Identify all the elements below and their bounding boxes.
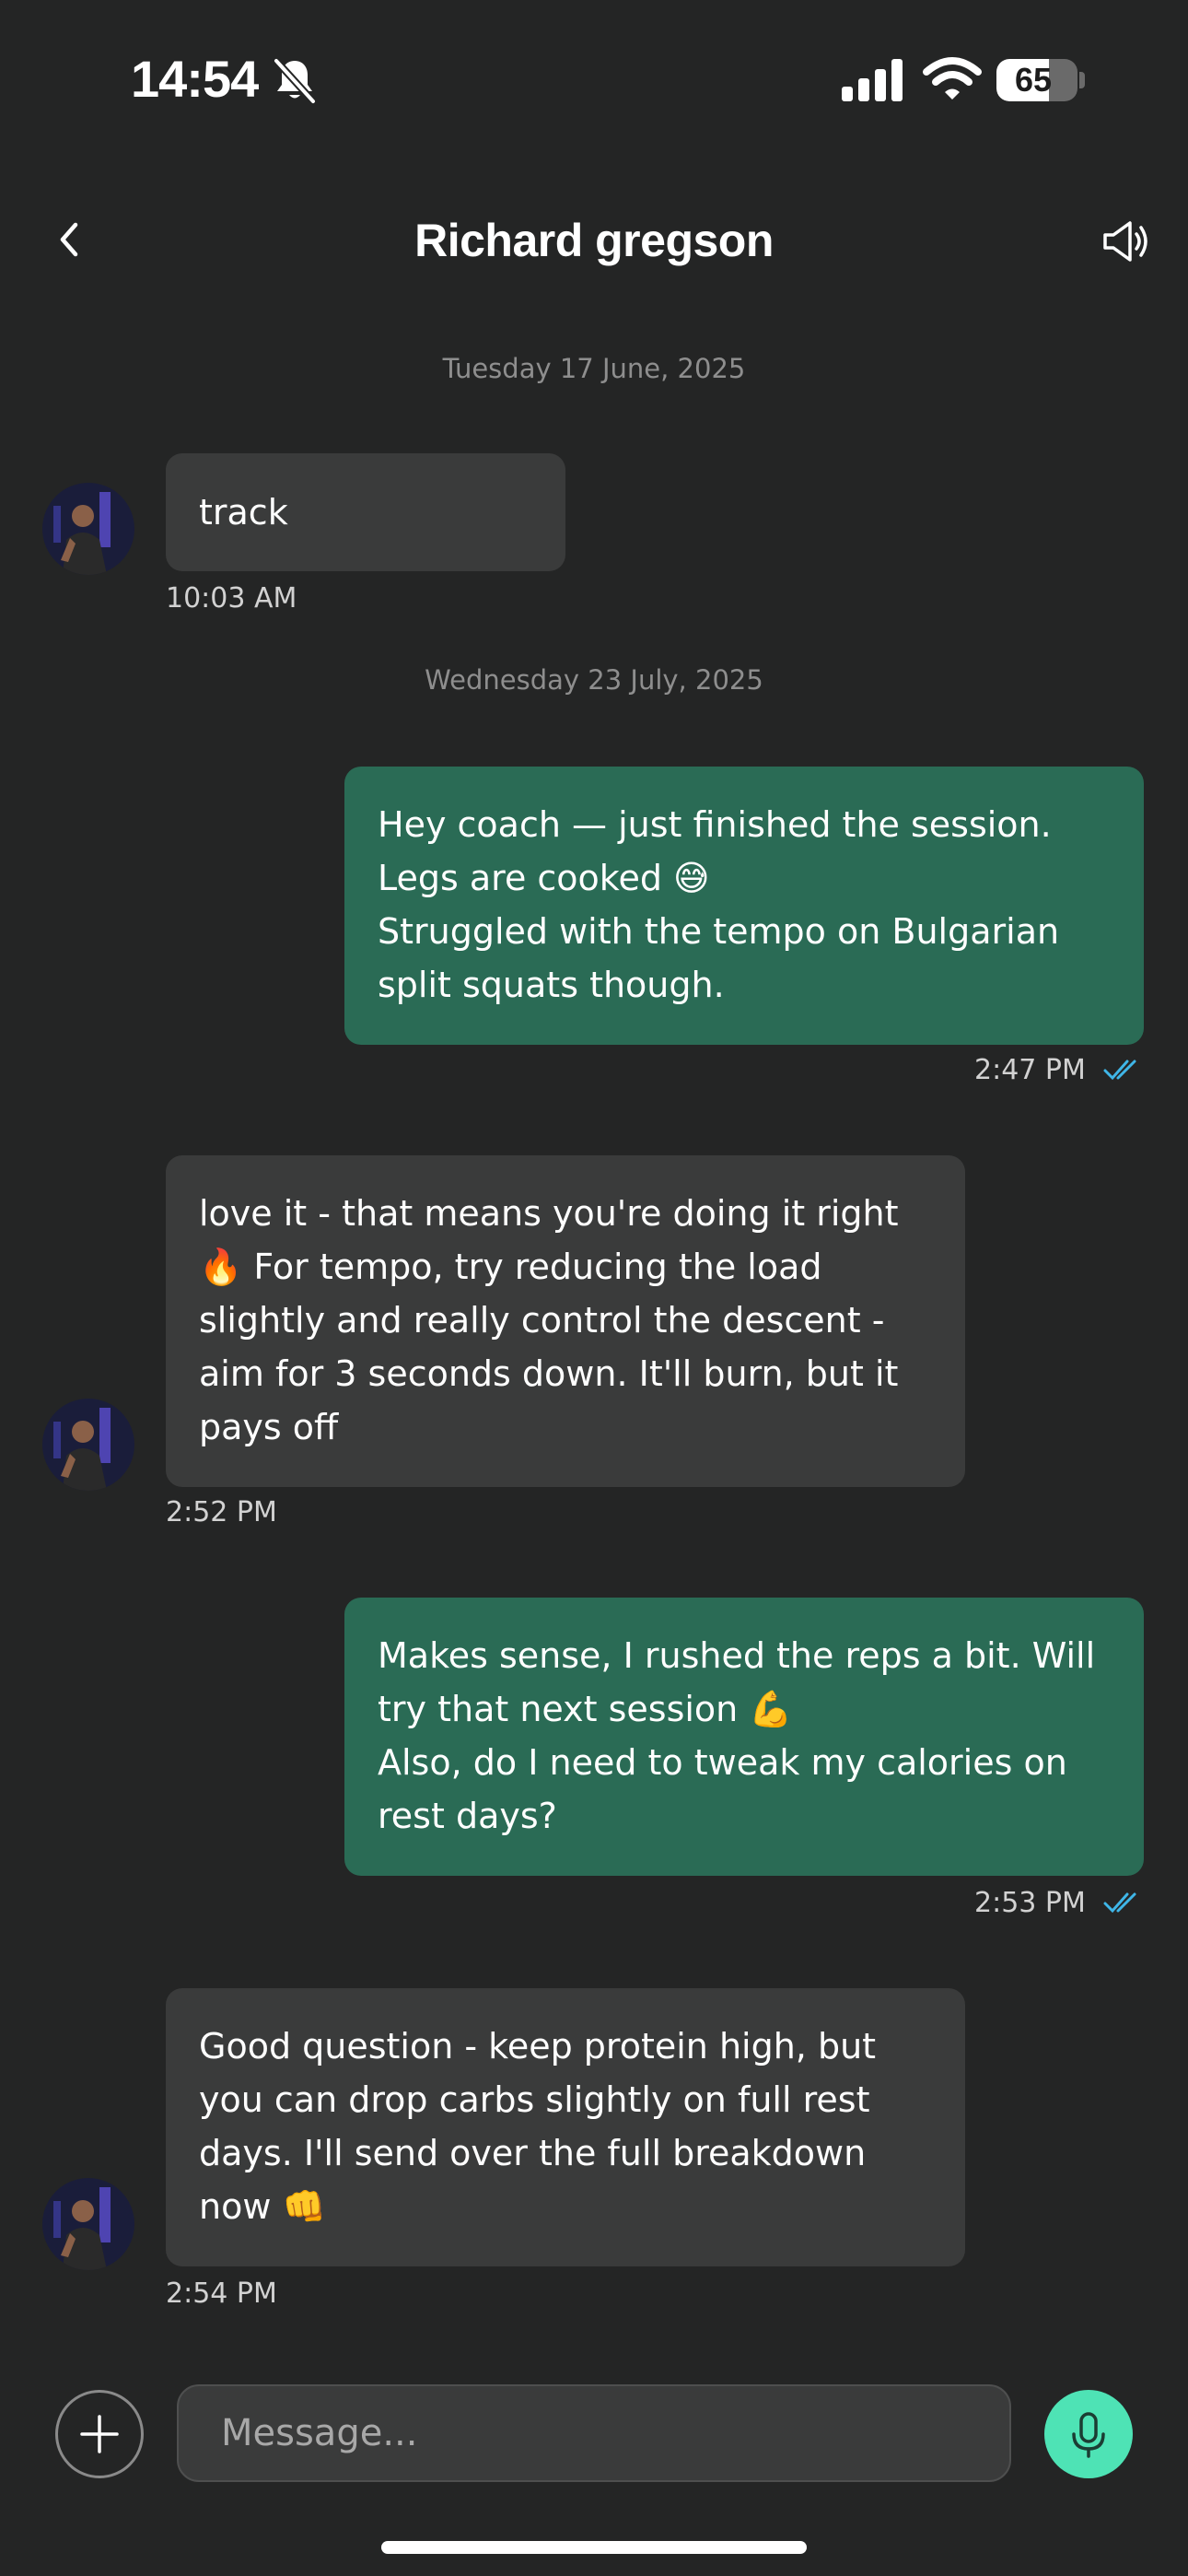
message-bubble-incoming[interactable]: Good question - keep protein high, but y… [166, 1988, 965, 2266]
battery-icon: 65 [996, 59, 1077, 101]
message-bubble-outgoing[interactable]: Makes sense, I rushed the reps a bit. Wi… [344, 1598, 1144, 1876]
avatar[interactable] [42, 2178, 134, 2270]
speaker-icon [1103, 221, 1147, 262]
avatar[interactable] [42, 483, 134, 575]
message-time: 2:54 PM [166, 2277, 277, 2310]
message-time: 10:03 AM [166, 582, 297, 615]
status-time: 14:54 [131, 50, 259, 108]
avatar[interactable] [42, 1399, 134, 1491]
chat-title[interactable]: Richard gregson [276, 208, 912, 273]
battery-nub [1079, 72, 1085, 88]
add-attachment-button[interactable] [55, 2390, 144, 2478]
home-indicator [381, 2541, 807, 2554]
message-bubble-incoming[interactable]: track [166, 453, 565, 571]
battery-level: 65 [1014, 61, 1053, 99]
read-receipt-icon [1103, 1060, 1136, 1081]
message-time: 2:53 PM [974, 1887, 1086, 1919]
date-separator: Tuesday 17 June, 2025 [442, 353, 746, 384]
bell-slash-icon [274, 58, 316, 104]
date-separator: Wednesday 23 July, 2025 [425, 664, 763, 696]
message-bubble-incoming[interactable]: love it - that means you're doing it rig… [166, 1155, 965, 1487]
plus-icon [80, 2415, 119, 2453]
chevron-left-icon [60, 222, 78, 257]
microphone-icon [1072, 2412, 1105, 2458]
voice-record-button[interactable] [1044, 2390, 1133, 2478]
message-bubble-outgoing[interactable]: Hey coach — just finished the session. L… [344, 767, 1144, 1045]
wifi-icon [923, 57, 982, 100]
speaker-button[interactable] [1100, 216, 1151, 267]
back-button[interactable] [42, 212, 98, 267]
message-input[interactable] [177, 2384, 1011, 2482]
read-receipt-icon [1103, 1892, 1136, 1914]
cellular-signal-icon [842, 59, 903, 101]
message-time: 2:47 PM [974, 1054, 1086, 1086]
message-time: 2:52 PM [166, 1496, 277, 1528]
